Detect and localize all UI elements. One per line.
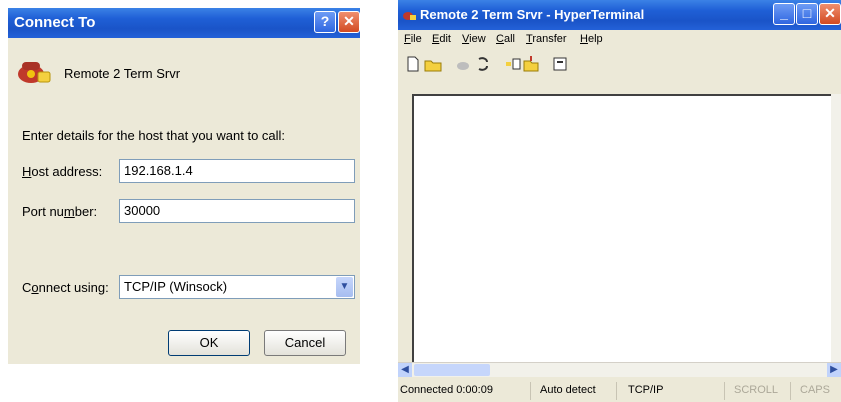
menu-call[interactable]: Call (496, 33, 515, 45)
receive-file-icon[interactable] (522, 55, 540, 73)
toolbar (398, 52, 841, 76)
disconnect-phone-icon[interactable] (474, 55, 492, 73)
status-divider (616, 382, 617, 400)
properties-icon[interactable] (552, 55, 570, 73)
host-address-input[interactable]: 192.168.1.4 (119, 159, 355, 183)
ht-titlebar[interactable]: Remote 2 Term Srvr - HyperTerminal _ □ ✕ (398, 0, 841, 30)
connect-using-value: TCP/IP (Winsock) (124, 279, 228, 294)
ht-window-title: Remote 2 Term Srvr - HyperTerminal (420, 7, 645, 22)
menu-edit[interactable]: Edit (432, 33, 451, 45)
send-file-icon[interactable] (504, 55, 522, 73)
port-number-input[interactable]: 30000 (119, 199, 355, 223)
status-divider (790, 382, 791, 400)
menu-help[interactable]: Help (580, 33, 603, 45)
new-document-icon[interactable] (404, 55, 422, 73)
menu-file[interactable]: File (404, 33, 422, 45)
menu-transfer[interactable]: Transfer (526, 33, 567, 45)
phone-icon (18, 62, 51, 83)
session-name: Remote 2 Term Srvr (64, 66, 181, 81)
ok-button[interactable]: OK (168, 330, 250, 356)
connect-phone-icon[interactable] (454, 55, 472, 73)
connect-to-dialog: Connect To ? ✕ Remote 2 Term Srvr Enter … (8, 8, 360, 364)
dialog-title: Connect To (14, 14, 96, 31)
host-prompt: Enter details for the host that you want… (22, 128, 286, 143)
status-detect: Auto detect (540, 384, 596, 396)
terminal-screen[interactable] (412, 94, 835, 362)
close-button[interactable]: ✕ (338, 11, 360, 33)
connect-using-label: Connect using: (22, 280, 109, 295)
hyperterminal-app-icon (403, 12, 416, 20)
status-bar: Connected 0:00:09 Auto detect TCP/IP SCR… (398, 380, 841, 402)
hyperterminal-window: Remote 2 Term Srvr - HyperTerminal _ □ ✕… (398, 0, 841, 402)
ht-close-button[interactable]: ✕ (819, 3, 841, 25)
menu-view[interactable]: View (462, 33, 486, 45)
dialog-titlebar[interactable]: Connect To ? ✕ (8, 8, 360, 38)
connect-using-select[interactable]: TCP/IP (Winsock) ▼ (119, 275, 355, 299)
status-caps: CAPS (800, 384, 830, 396)
host-address-label: Host address: (22, 164, 103, 179)
maximize-button[interactable]: □ (796, 3, 818, 25)
cancel-button[interactable]: Cancel (264, 330, 346, 356)
status-divider (530, 382, 531, 400)
status-divider (724, 382, 725, 400)
status-scroll: SCROLL (734, 384, 779, 396)
horizontal-scrollbar[interactable]: ◀ ▶ (398, 362, 841, 377)
scroll-thumb[interactable] (414, 364, 490, 376)
status-protocol: TCP/IP (628, 384, 664, 396)
port-number-label: Port number: (22, 204, 98, 219)
status-connection: Connected 0:00:09 (400, 384, 493, 396)
minimize-button[interactable]: _ (773, 3, 795, 25)
vertical-scrollbar[interactable] (831, 94, 841, 362)
scroll-left-icon[interactable]: ◀ (398, 363, 412, 377)
help-button[interactable]: ? (314, 11, 336, 33)
open-folder-icon[interactable] (424, 55, 442, 73)
scroll-right-icon[interactable]: ▶ (827, 363, 841, 377)
chevron-down-icon[interactable]: ▼ (336, 277, 353, 297)
